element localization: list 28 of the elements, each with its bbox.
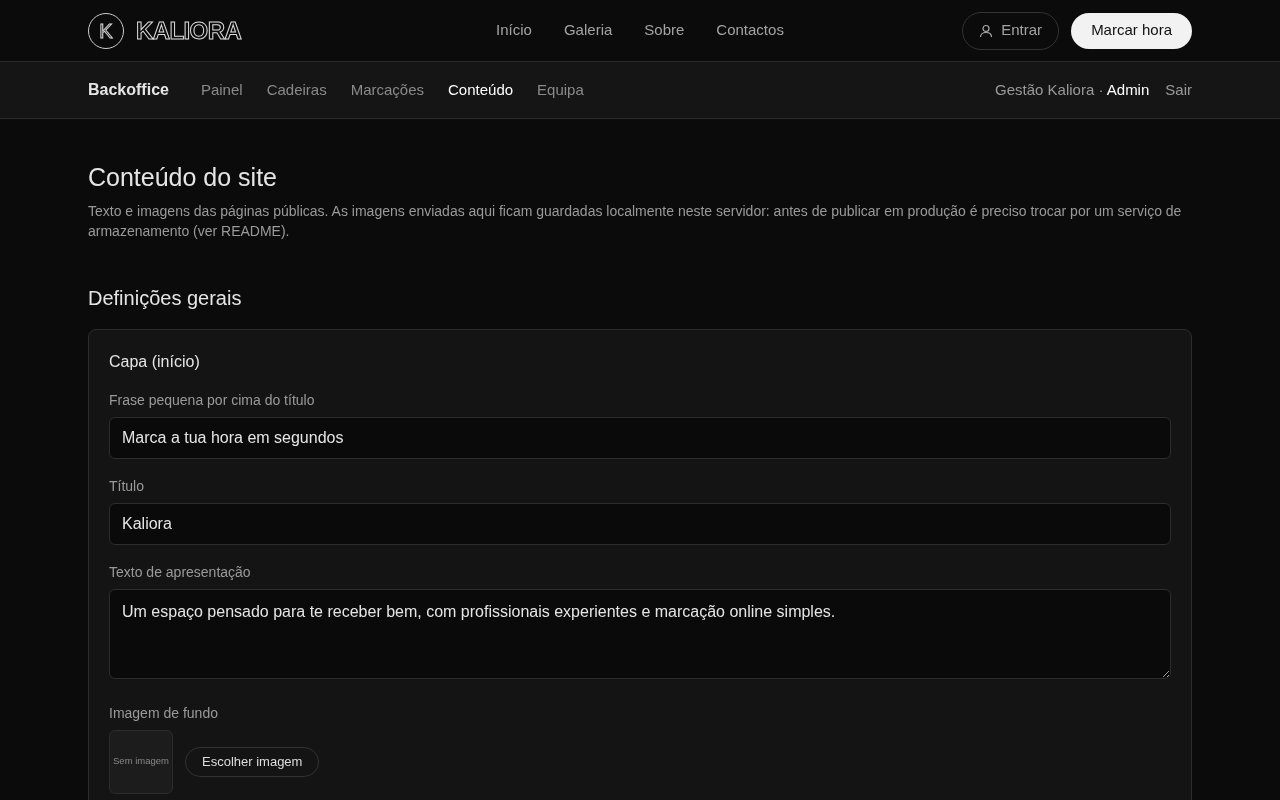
backoffice-title: Backoffice <box>88 80 169 100</box>
field-label: Frase pequena por cima do título <box>109 390 316 410</box>
user-label: Gestão Kaliora · Admin <box>995 79 1150 100</box>
nav-link[interactable]: Galeria <box>563 19 613 42</box>
user-icon <box>979 23 994 38</box>
field-label: Imagem de fundo <box>109 703 219 723</box>
image-preview[interactable]: Sem imagem <box>109 729 173 794</box>
page-description: Texto e imagens das páginas públicas. As imagens enviadas aqui ficam guardadas localmente neste servidor: antes de publicar em produção é preciso trocar por um serviço de armazenamento (ver README). <box>88 201 1183 241</box>
backoffice-tab[interactable]: Painel <box>200 78 243 102</box>
backoffice-tab[interactable]: Conteúdo <box>448 78 514 102</box>
logout-link[interactable]: Sair <box>1165 78 1192 102</box>
field-label: Texto de apresentação <box>109 562 252 582</box>
backoffice-tab[interactable]: Cadeiras <box>266 78 327 102</box>
backoffice-tab[interactable]: Marcações <box>350 78 424 102</box>
section-title: Definições gerais <box>88 285 243 311</box>
book-button[interactable]: Marcar hora <box>1071 12 1192 49</box>
text-field[interactable]: Marca a tua hora em segundos <box>109 416 1171 459</box>
field-label: Título <box>109 476 145 496</box>
card-title: Capa (início) <box>109 351 201 372</box>
text-field[interactable]: Kaliora <box>109 502 1171 545</box>
logo-wordmark: KALIORA <box>136 15 242 46</box>
backoffice-tab[interactable]: Equipa <box>537 78 584 102</box>
empty-image-text: Sem imagem <box>113 754 169 769</box>
nav-link[interactable]: Início <box>496 19 532 42</box>
text-area[interactable]: Um espaço pensado para te receber bem, com profissionais experientes e marcação online simples. <box>109 588 1171 679</box>
page-title: Conteúdo do site <box>88 162 279 193</box>
nav-link[interactable]: Sobre <box>644 19 685 42</box>
nav-link[interactable]: Contactos <box>716 19 784 42</box>
